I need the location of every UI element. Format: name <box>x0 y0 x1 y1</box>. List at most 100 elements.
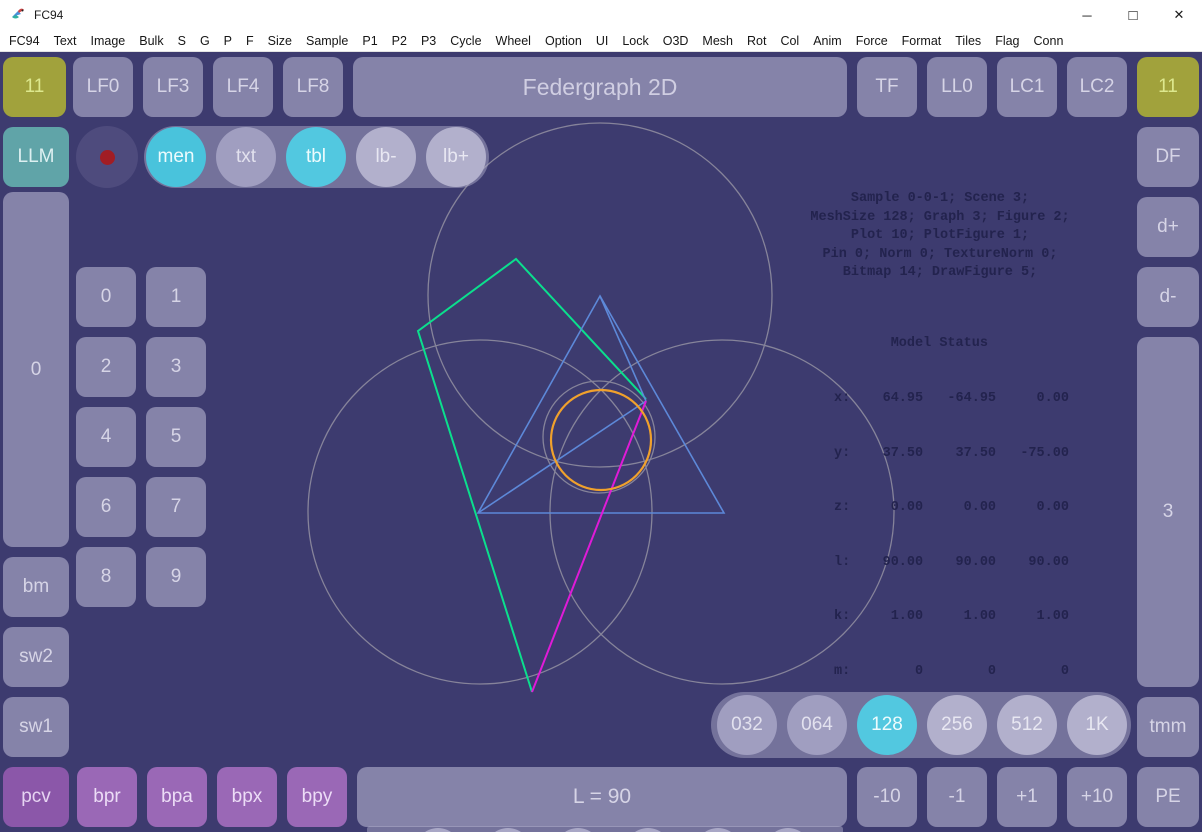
menu-item-p3[interactable]: P3 <box>414 34 443 48</box>
pe-button[interactable]: PE <box>1137 767 1199 827</box>
lf0-button[interactable]: LF0 <box>73 57 133 117</box>
digit-5-button[interactable]: 5 <box>146 407 206 467</box>
menu-item-image[interactable]: Image <box>84 34 133 48</box>
menu-item-p1[interactable]: P1 <box>355 34 384 48</box>
model-status-row: y: 37.50 37.50 -75.00 <box>834 445 1069 463</box>
count-left-button[interactable]: 11 <box>3 57 66 117</box>
mesh-032-button[interactable]: 032 <box>717 695 777 755</box>
menu-item-p2[interactable]: P2 <box>385 34 414 48</box>
bm-button[interactable]: bm <box>3 557 69 617</box>
tf-button[interactable]: TF <box>857 57 917 117</box>
tmm-button[interactable]: tmm <box>1137 697 1199 757</box>
menu-item-format[interactable]: Format <box>895 34 949 48</box>
menu-item-f[interactable]: F <box>239 34 261 48</box>
digit-1-button[interactable]: 1 <box>146 267 206 327</box>
title-bar: FC94 ─ □ ✕ <box>0 0 1202 30</box>
lb-plus-button[interactable]: lb+ <box>426 127 486 187</box>
minus-10-button[interactable]: -10 <box>857 767 917 827</box>
menu-item-g[interactable]: G <box>193 34 217 48</box>
menu-item-ui[interactable]: UI <box>589 34 616 48</box>
plus-1-button[interactable]: +1 <box>997 767 1057 827</box>
record-button[interactable] <box>76 126 138 188</box>
menu-item-lock[interactable]: Lock <box>615 34 655 48</box>
app-window: FC94 ─ □ ✕ FC94 Text Image Bulk S G P F … <box>0 0 1202 832</box>
d-minus-button[interactable]: d- <box>1137 267 1199 327</box>
maximize-icon[interactable]: □ <box>1110 0 1156 30</box>
digit-4-button[interactable]: 4 <box>76 407 136 467</box>
hidden-button <box>695 828 741 832</box>
lb-minus-button[interactable]: lb- <box>356 127 416 187</box>
digit-8-button[interactable]: 8 <box>76 547 136 607</box>
menu-item-flag[interactable]: Flag <box>988 34 1026 48</box>
menu-item-force[interactable]: Force <box>849 34 895 48</box>
menu-item-bulk[interactable]: Bulk <box>132 34 170 48</box>
lf8-button[interactable]: LF8 <box>283 57 343 117</box>
llm-button[interactable]: LLM <box>3 127 69 187</box>
menu-item-option[interactable]: Option <box>538 34 589 48</box>
digit-3-button[interactable]: 3 <box>146 337 206 397</box>
mesh-064-button[interactable]: 064 <box>787 695 847 755</box>
menu-item-wheel[interactable]: Wheel <box>489 34 538 48</box>
menu-item-conn[interactable]: Conn <box>1027 34 1071 48</box>
bpx-button[interactable]: bpx <box>217 767 277 827</box>
menu-item-text[interactable]: Text <box>47 34 84 48</box>
digit-2-button[interactable]: 2 <box>76 337 136 397</box>
main-title-button[interactable]: Federgraph 2D <box>353 57 847 117</box>
menu-item-p[interactable]: P <box>217 34 239 48</box>
digit-7-button[interactable]: 7 <box>146 477 206 537</box>
menu-item-tiles[interactable]: Tiles <box>948 34 988 48</box>
menu-item-anim[interactable]: Anim <box>806 34 848 48</box>
minus-1-button[interactable]: -1 <box>927 767 987 827</box>
df-button[interactable]: DF <box>1137 127 1199 187</box>
model-status-row: x: 64.95 -64.95 0.00 <box>834 390 1069 408</box>
l-value-slider[interactable]: L = 90 <box>357 767 847 827</box>
left-tall-button[interactable]: 0 <box>3 192 69 547</box>
hidden-button-row[interactable] <box>367 826 843 832</box>
right-tall-button[interactable]: 3 <box>1137 337 1199 687</box>
model-status-row: k: 1.00 1.00 1.00 <box>834 608 1069 626</box>
inner-gray-circle <box>543 381 655 493</box>
blue-median-line-1 <box>600 296 646 401</box>
txt-toggle[interactable]: txt <box>216 127 276 187</box>
menu-item-col[interactable]: Col <box>773 34 806 48</box>
info-line: Bitmap 14; DrawFigure 5; <box>778 264 1102 283</box>
mesh-256-button[interactable]: 256 <box>927 695 987 755</box>
tbl-toggle[interactable]: tbl <box>286 127 346 187</box>
bpr-button[interactable]: bpr <box>77 767 137 827</box>
d-plus-button[interactable]: d+ <box>1137 197 1199 257</box>
menu-item-sample[interactable]: Sample <box>299 34 355 48</box>
lc1-button[interactable]: LC1 <box>997 57 1057 117</box>
count-right-button[interactable]: 11 <box>1137 57 1199 117</box>
digit-0-button[interactable]: 0 <box>76 267 136 327</box>
menu-item-mesh[interactable]: Mesh <box>695 34 740 48</box>
menu-bar: FC94 Text Image Bulk S G P F Size Sample… <box>0 30 1202 52</box>
minimize-icon[interactable]: ─ <box>1064 0 1110 30</box>
window-title: FC94 <box>34 8 63 22</box>
menu-item-rot[interactable]: Rot <box>740 34 773 48</box>
mesh-128-button[interactable]: 128 <box>857 695 917 755</box>
model-status-row: m: 0 0 0 <box>834 663 1069 681</box>
lf3-button[interactable]: LF3 <box>143 57 203 117</box>
lc2-button[interactable]: LC2 <box>1067 57 1127 117</box>
menu-item-size[interactable]: Size <box>261 34 299 48</box>
menu-item-cycle[interactable]: Cycle <box>443 34 488 48</box>
mesh-1k-button[interactable]: 1K <box>1067 695 1127 755</box>
blue-triangle <box>478 296 724 513</box>
menu-item-fc94[interactable]: FC94 <box>2 34 47 48</box>
sw2-button[interactable]: sw2 <box>3 627 69 687</box>
men-toggle[interactable]: men <box>146 127 206 187</box>
bpa-button[interactable]: bpa <box>147 767 207 827</box>
menu-item-o3d[interactable]: O3D <box>656 34 696 48</box>
close-icon[interactable]: ✕ <box>1156 0 1202 30</box>
ll0-button[interactable]: LL0 <box>927 57 987 117</box>
bpy-button[interactable]: bpy <box>287 767 347 827</box>
window-controls: ─ □ ✕ <box>1064 0 1202 30</box>
pcv-button[interactable]: pcv <box>3 767 69 827</box>
sw1-button[interactable]: sw1 <box>3 697 69 757</box>
mesh-512-button[interactable]: 512 <box>997 695 1057 755</box>
digit-9-button[interactable]: 9 <box>146 547 206 607</box>
menu-item-s[interactable]: S <box>171 34 193 48</box>
lf4-button[interactable]: LF4 <box>213 57 273 117</box>
digit-6-button[interactable]: 6 <box>76 477 136 537</box>
plus-10-button[interactable]: +10 <box>1067 767 1127 827</box>
